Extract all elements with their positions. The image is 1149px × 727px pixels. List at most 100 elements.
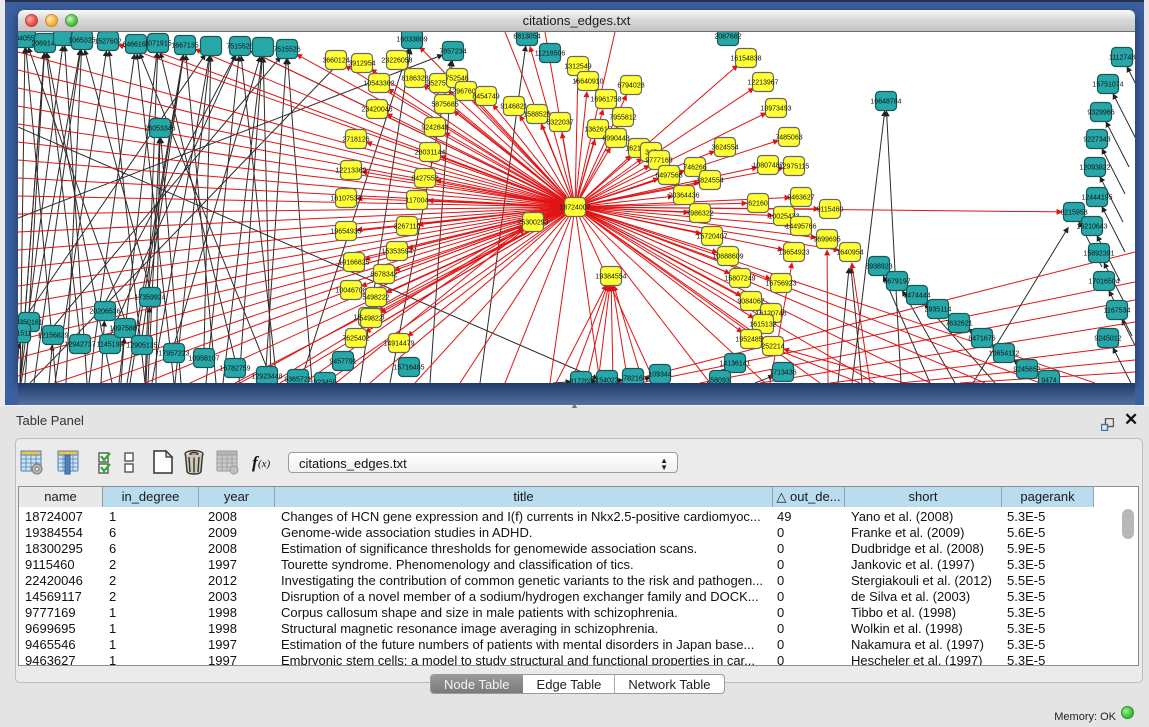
svg-text:16033809: 16033809 (396, 37, 427, 44)
svg-text:6794028: 6794028 (617, 83, 644, 90)
svg-text:10973493: 10973493 (760, 106, 791, 113)
svg-text:28031144: 28031144 (415, 150, 446, 157)
svg-text:12923448: 12923448 (251, 374, 282, 381)
svg-text:6990448: 6990448 (602, 136, 629, 143)
svg-text:7485063: 7485063 (775, 135, 802, 142)
svg-text:19384554: 19384554 (595, 274, 626, 281)
svg-text:15353594: 15353594 (381, 249, 412, 256)
svg-text:1112748: 1112748 (1109, 55, 1135, 62)
svg-text:7515526: 7515526 (273, 47, 300, 54)
svg-text:16648784: 16648784 (870, 99, 901, 106)
svg-text:8215958: 8215958 (1060, 210, 1087, 217)
svg-text:12444195: 12444195 (1081, 195, 1112, 202)
svg-text:9699695: 9699695 (813, 237, 840, 244)
svg-text:15807249: 15807249 (724, 276, 755, 283)
svg-text:16107534: 16107534 (330, 196, 361, 203)
svg-text:10958107: 10958107 (188, 356, 219, 363)
svg-text:391511: 391511 (18, 331, 32, 338)
svg-text:10046708: 10046708 (335, 288, 366, 295)
svg-text:14136141: 14136141 (719, 361, 750, 368)
svg-text:8471676: 8471676 (968, 336, 995, 343)
svg-text:1588520: 1588520 (523, 112, 550, 119)
svg-text:14495766: 14495766 (785, 224, 816, 231)
svg-text:10688609: 10688609 (712, 254, 743, 261)
svg-text:2718126: 2718126 (342, 137, 369, 144)
svg-text:109344: 109344 (648, 372, 671, 379)
svg-text:15892391: 15892391 (1083, 251, 1114, 258)
svg-text:1145193: 1145193 (97, 342, 124, 349)
svg-text:16210643: 16210643 (1076, 224, 1107, 231)
svg-text:10654112: 10654112 (989, 351, 1020, 358)
svg-text:8427552: 8427552 (411, 176, 438, 183)
svg-text:3912954: 3912954 (348, 61, 375, 68)
svg-text:10543362: 10543362 (363, 81, 394, 88)
svg-text:12905135: 12905135 (126, 343, 157, 350)
svg-text:16640910: 16640910 (572, 79, 603, 86)
svg-text:9146821: 9146821 (500, 104, 527, 111)
svg-text:12942737: 12942737 (64, 342, 95, 349)
svg-text:17016504: 17016504 (1088, 279, 1119, 286)
svg-text:252214: 252214 (761, 344, 784, 351)
svg-text:1167534: 1167534 (1104, 308, 1131, 315)
svg-text:8678342: 8678342 (370, 272, 397, 279)
svg-text:16961758: 16961758 (590, 97, 621, 104)
svg-text:16756923: 16756923 (765, 281, 796, 288)
svg-text:19654935: 19654935 (330, 229, 361, 236)
svg-text:9245652: 9245652 (1013, 367, 1040, 374)
svg-text:9227343: 9227343 (1083, 137, 1110, 144)
svg-text:117004: 117004 (406, 198, 429, 205)
svg-text:12975115: 12975115 (779, 164, 810, 171)
svg-text:1640954: 1640954 (836, 250, 863, 257)
svg-text:8186328: 8186328 (401, 76, 428, 83)
svg-text:7986322: 7986322 (686, 211, 713, 218)
svg-text:8454749: 8454749 (472, 94, 499, 101)
svg-text:7515526: 7515526 (226, 44, 253, 51)
svg-text:12213369: 12213369 (335, 168, 366, 175)
svg-text:15716485: 15716485 (393, 365, 424, 372)
svg-text:3267110: 3267110 (394, 224, 421, 231)
svg-text:1713436: 1713436 (769, 370, 796, 377)
svg-text:9242848: 9242848 (421, 125, 448, 132)
svg-text:7625402: 7625402 (342, 336, 369, 343)
svg-text:12213967: 12213967 (747, 80, 778, 87)
svg-text:78216: 78216 (623, 376, 643, 383)
svg-text:16154838: 16154838 (730, 56, 761, 63)
svg-text:9084067: 9084067 (737, 299, 764, 306)
svg-text:18724007: 18724007 (559, 205, 590, 212)
svg-text:13654923: 13654923 (778, 250, 809, 257)
svg-text:1071915: 1071915 (144, 41, 171, 48)
svg-text:25300293: 25300293 (517, 220, 548, 227)
svg-text:17957223: 17957223 (158, 351, 189, 358)
svg-text:9457791: 9457791 (329, 359, 356, 366)
svg-text:8938923: 8938923 (865, 264, 892, 271)
svg-text:11218506: 11218506 (535, 51, 566, 58)
svg-text:1312549: 1312549 (564, 64, 591, 71)
svg-text:1615132: 1615132 (749, 322, 776, 329)
svg-text:15751074: 15751074 (1092, 82, 1123, 89)
svg-text:9245012: 9245012 (1094, 336, 1121, 343)
svg-text:9474444: 9474444 (903, 293, 930, 300)
svg-text:6322037: 6322037 (546, 120, 573, 127)
svg-text:19166825: 19166825 (338, 260, 369, 267)
svg-text:20206536: 20206536 (89, 309, 120, 316)
svg-text:6679197: 6679197 (883, 279, 910, 286)
svg-text:26053346: 26053346 (144, 126, 175, 133)
svg-text:7955812: 7955812 (609, 115, 636, 122)
svg-text:62160: 62160 (748, 201, 768, 208)
svg-text:16782759: 16782759 (219, 366, 250, 373)
svg-text:549822: 549822 (359, 316, 382, 323)
svg-text:7857234: 7857234 (439, 49, 466, 56)
svg-text:23420046: 23420046 (361, 107, 392, 114)
svg-text:5498222: 5498222 (362, 295, 389, 302)
svg-text:2935114: 2935114 (925, 307, 952, 314)
svg-text:8813054: 8813054 (513, 34, 540, 41)
svg-text:1065325: 1065325 (68, 38, 95, 45)
svg-text:20364436: 20364436 (668, 193, 699, 200)
svg-text:3660124: 3660124 (322, 58, 349, 65)
svg-text:23226058: 23226058 (381, 58, 412, 65)
svg-text:6497568: 6497568 (655, 173, 682, 180)
svg-text:(x): (x) (258, 458, 271, 470)
svg-text:9329966: 9329966 (1087, 110, 1114, 117)
svg-text:9463627: 9463627 (787, 195, 814, 202)
svg-text:1824554: 1824554 (696, 178, 723, 185)
